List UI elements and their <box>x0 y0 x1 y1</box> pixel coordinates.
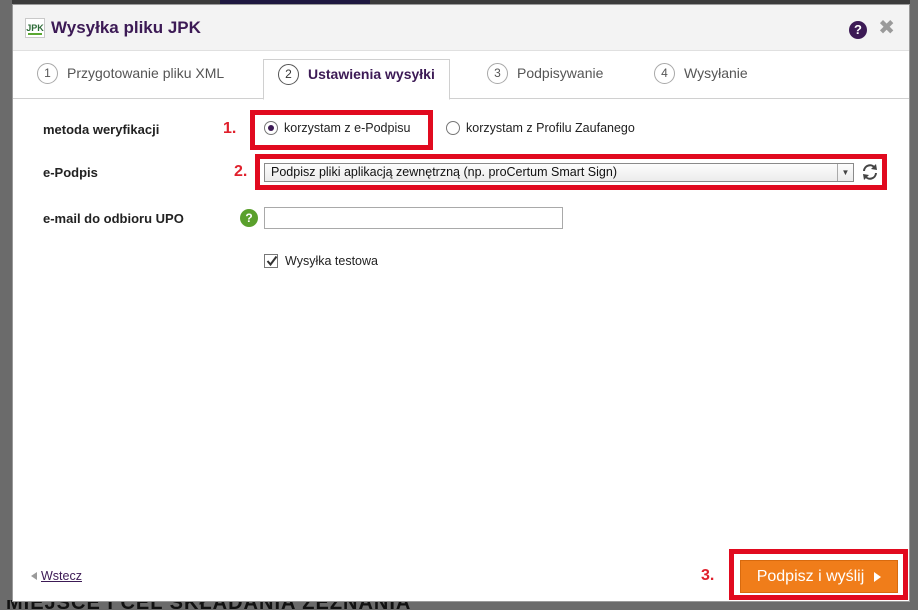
checkbox-label: Wysyłka testowa <box>285 254 378 268</box>
tab-step-number: 3 <box>487 63 508 84</box>
checkbox-indicator <box>264 254 278 268</box>
chevron-left-icon <box>31 572 37 580</box>
checkmark-icon <box>266 255 278 267</box>
close-icon[interactable]: ✖ <box>878 18 895 38</box>
radio-e-signature[interactable]: korzystam z e-Podpisu <box>264 121 410 135</box>
question-icon[interactable]: ? <box>849 21 867 39</box>
tab-label: Przygotowanie pliku XML <box>67 65 225 81</box>
tab-label: Ustawienia wysyłki <box>308 66 435 82</box>
radio-label: korzystam z e-Podpisu <box>284 121 411 135</box>
test-send-checkbox[interactable]: Wysyłka testowa <box>264 254 378 268</box>
radio-indicator <box>446 121 460 135</box>
jpk-logo: JPK <box>25 18 45 38</box>
play-icon <box>874 571 882 582</box>
refresh-icon[interactable] <box>860 162 880 182</box>
radio-trusted-profile[interactable]: korzystam z Profilu Zaufanego <box>446 121 635 135</box>
verification-method-label: metoda weryfikacji <box>43 122 160 137</box>
background-right-edge <box>910 0 918 610</box>
background-left-edge <box>0 0 12 610</box>
back-label: Wstecz <box>41 569 82 583</box>
email-upo-label: e-mail do odbioru UPO <box>43 211 184 226</box>
step-2-marker: 2. <box>234 163 248 180</box>
radio-indicator-selected <box>264 121 278 135</box>
tab-step-number: 2 <box>278 64 299 85</box>
dialog-header: JPK Wysyłka pliku JPK ? ✖ <box>13 5 909 51</box>
radio-label: korzystam z Profilu Zaufanego <box>466 121 635 135</box>
email-upo-input[interactable] <box>264 207 563 229</box>
tab-signing[interactable]: 3 Podpisywanie <box>487 63 603 99</box>
button-label: Podpisz i wyślij <box>756 567 865 585</box>
tab-xml-preparation[interactable]: 1 Przygotowanie pliku XML <box>37 63 224 99</box>
select-value: Podpisz pliki aplikacją zewnętrzną (np. … <box>271 165 617 179</box>
help-icon[interactable]: ? <box>240 209 258 227</box>
tab-label: Wysyłanie <box>684 65 748 81</box>
tab-send-settings[interactable]: 2 Ustawienia wysyłki <box>263 59 450 100</box>
sign-and-send-button[interactable]: Podpisz i wyślij <box>740 560 898 593</box>
tab-sending[interactable]: 4 Wysyłanie <box>654 63 748 99</box>
esignature-select[interactable]: Podpisz pliki aplikacją zewnętrzną (np. … <box>264 163 854 182</box>
tab-step-number: 1 <box>37 63 58 84</box>
wizard-tabs: 1 Przygotowanie pliku XML 2 Ustawienia w… <box>13 51 909 100</box>
jpk-send-dialog: JPK Wysyłka pliku JPK ? ✖ 1 Przygotowani… <box>12 4 910 602</box>
esignature-label: e-Podpis <box>43 165 98 180</box>
step-1-marker: 1. <box>223 120 237 137</box>
chevron-down-icon: ▼ <box>837 164 853 181</box>
step-3-marker: 3. <box>701 567 715 584</box>
dialog-title: Wysyłka pliku JPK <box>51 18 201 37</box>
tab-label: Podpisywanie <box>517 65 604 81</box>
tab-step-number: 4 <box>654 63 675 84</box>
back-link[interactable]: Wstecz <box>31 569 82 583</box>
